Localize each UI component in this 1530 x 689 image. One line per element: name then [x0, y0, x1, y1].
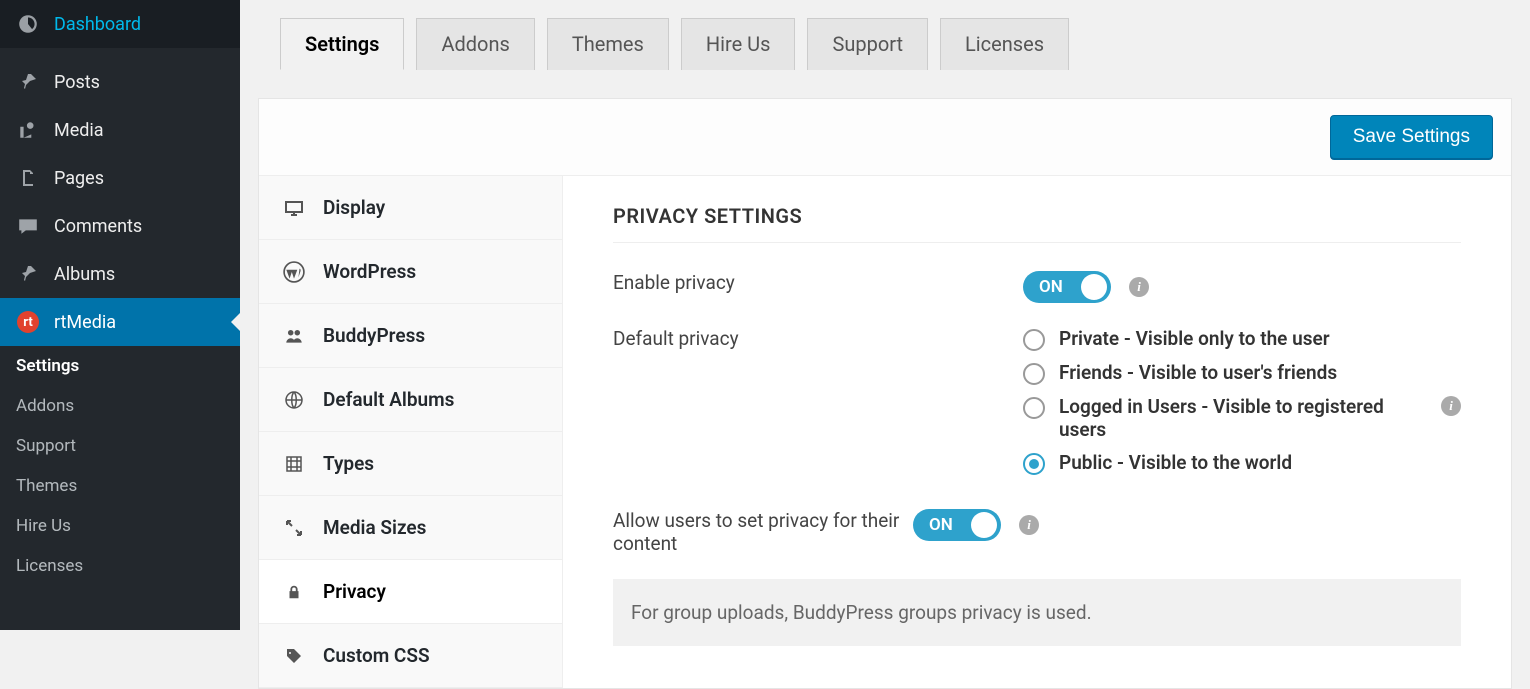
vtab-wordpress[interactable]: WordPress — [259, 240, 562, 304]
toggle-state: ON — [1039, 277, 1063, 297]
display-icon — [283, 197, 305, 219]
radio-label: Friends - Visible to user's friends — [1059, 361, 1337, 384]
menu-label: Dashboard — [54, 14, 141, 35]
vtab-label: WordPress — [323, 260, 416, 283]
tab-addons[interactable]: Addons — [416, 18, 534, 70]
privacy-radio-group: Private - Visible only to the user Frien… — [1023, 327, 1423, 485]
menu-posts[interactable]: Posts — [0, 58, 240, 106]
menu-label: Albums — [54, 264, 115, 285]
group-icon — [283, 325, 305, 347]
submenu-addons[interactable]: Addons — [0, 386, 240, 426]
pin-icon — [16, 262, 40, 286]
tab-support[interactable]: Support — [807, 18, 928, 70]
menu-label: Media — [54, 120, 104, 141]
radio-public[interactable]: Public - Visible to the world — [1023, 451, 1423, 475]
settings-panel: Save Settings Display WordPress BuddyPre… — [258, 98, 1512, 689]
resize-icon — [283, 517, 305, 539]
radio-input — [1023, 397, 1045, 419]
submenu-themes[interactable]: Themes — [0, 466, 240, 506]
rtmedia-icon: rt — [16, 310, 40, 334]
tab-licenses[interactable]: Licenses — [940, 18, 1069, 70]
vtab-display[interactable]: Display — [259, 176, 562, 240]
submenu-settings[interactable]: Settings — [0, 346, 240, 386]
vtab-types[interactable]: Types — [259, 432, 562, 496]
radio-label: Public - Visible to the world — [1059, 451, 1292, 474]
pin-icon — [16, 70, 40, 94]
menu-comments[interactable]: Comments — [0, 202, 240, 250]
tab-settings[interactable]: Settings — [280, 18, 404, 70]
content-area: PRIVACY SETTINGS Enable privacy ON i Def… — [563, 176, 1511, 688]
toggle-knob — [971, 512, 997, 538]
radio-input — [1023, 329, 1045, 351]
tab-hireus[interactable]: Hire Us — [681, 18, 796, 70]
info-icon[interactable]: i — [1129, 277, 1149, 297]
vtab-label: Media Sizes — [323, 516, 426, 539]
toggle-state: ON — [929, 515, 953, 535]
row-allow-users: Allow users to set privacy for their con… — [613, 509, 1461, 555]
lock-icon — [283, 581, 305, 603]
radio-private[interactable]: Private - Visible only to the user — [1023, 327, 1423, 351]
globe-icon — [283, 389, 305, 411]
radio-input — [1023, 453, 1045, 475]
submenu-hireus[interactable]: Hire Us — [0, 506, 240, 546]
radio-label: Private - Visible only to the user — [1059, 327, 1330, 350]
submenu: Settings Addons Support Themes Hire Us L… — [0, 346, 240, 586]
comment-icon — [16, 214, 40, 238]
allow-users-toggle[interactable]: ON — [913, 509, 1001, 541]
menu-rtmedia[interactable]: rt rtMedia — [0, 298, 240, 346]
vtab-label: BuddyPress — [323, 324, 425, 347]
rt-logo: rt — [17, 311, 39, 333]
dashboard-icon — [16, 12, 40, 36]
vtab-privacy[interactable]: Privacy — [259, 560, 562, 624]
media-icon — [16, 118, 40, 142]
info-icon[interactable]: i — [1441, 396, 1461, 416]
row-enable-privacy: Enable privacy ON i — [613, 271, 1461, 303]
film-icon — [283, 453, 305, 475]
radio-input — [1023, 363, 1045, 385]
menu-label: rtMedia — [54, 312, 116, 333]
pages-icon — [16, 166, 40, 190]
vtab-label: Default Albums — [323, 388, 454, 411]
notice-box: For group uploads, BuddyPress groups pri… — [613, 579, 1461, 646]
vtab-custom-css[interactable]: Custom CSS — [259, 624, 562, 688]
tag-icon — [283, 645, 305, 667]
radio-logged-in[interactable]: Logged in Users - Visible to registered … — [1023, 395, 1423, 441]
save-button[interactable]: Save Settings — [1330, 115, 1493, 159]
enable-privacy-label: Enable privacy — [613, 271, 1023, 294]
vertical-tabs: Display WordPress BuddyPress Default Alb… — [259, 176, 563, 688]
main-content: Settings Addons Themes Hire Us Support L… — [240, 0, 1530, 630]
enable-privacy-toggle[interactable]: ON — [1023, 271, 1111, 303]
nav-tabs: Settings Addons Themes Hire Us Support L… — [240, 0, 1530, 70]
menu-albums[interactable]: Albums — [0, 250, 240, 298]
vtab-buddypress[interactable]: BuddyPress — [259, 304, 562, 368]
vtab-default-albums[interactable]: Default Albums — [259, 368, 562, 432]
allow-users-label: Allow users to set privacy for their con… — [613, 509, 913, 555]
panel-body: Display WordPress BuddyPress Default Alb… — [259, 176, 1511, 688]
radio-label: Logged in Users - Visible to registered … — [1059, 395, 1423, 441]
info-icon[interactable]: i — [1019, 515, 1039, 535]
menu-label: Posts — [54, 72, 100, 93]
menu-dashboard[interactable]: Dashboard — [0, 0, 240, 48]
wp-sidebar: Dashboard Posts Media Pages Comments Alb… — [0, 0, 240, 630]
vtab-label: Privacy — [323, 580, 386, 603]
row-default-privacy: Default privacy Private - Visible only t… — [613, 327, 1461, 485]
submenu-licenses[interactable]: Licenses — [0, 546, 240, 586]
vtab-label: Types — [323, 452, 374, 475]
default-privacy-label: Default privacy — [613, 327, 1023, 350]
radio-friends[interactable]: Friends - Visible to user's friends — [1023, 361, 1423, 385]
content-title: PRIVACY SETTINGS — [613, 204, 1461, 243]
submenu-support[interactable]: Support — [0, 426, 240, 466]
panel-header: Save Settings — [259, 99, 1511, 176]
menu-media[interactable]: Media — [0, 106, 240, 154]
toggle-knob — [1081, 274, 1107, 300]
vtab-label: Custom CSS — [323, 644, 430, 667]
menu-pages[interactable]: Pages — [0, 154, 240, 202]
tab-themes[interactable]: Themes — [547, 18, 669, 70]
vtab-label: Display — [323, 196, 385, 219]
wordpress-icon — [283, 261, 305, 283]
menu-label: Pages — [54, 168, 104, 189]
vtab-media-sizes[interactable]: Media Sizes — [259, 496, 562, 560]
menu-label: Comments — [54, 216, 142, 237]
